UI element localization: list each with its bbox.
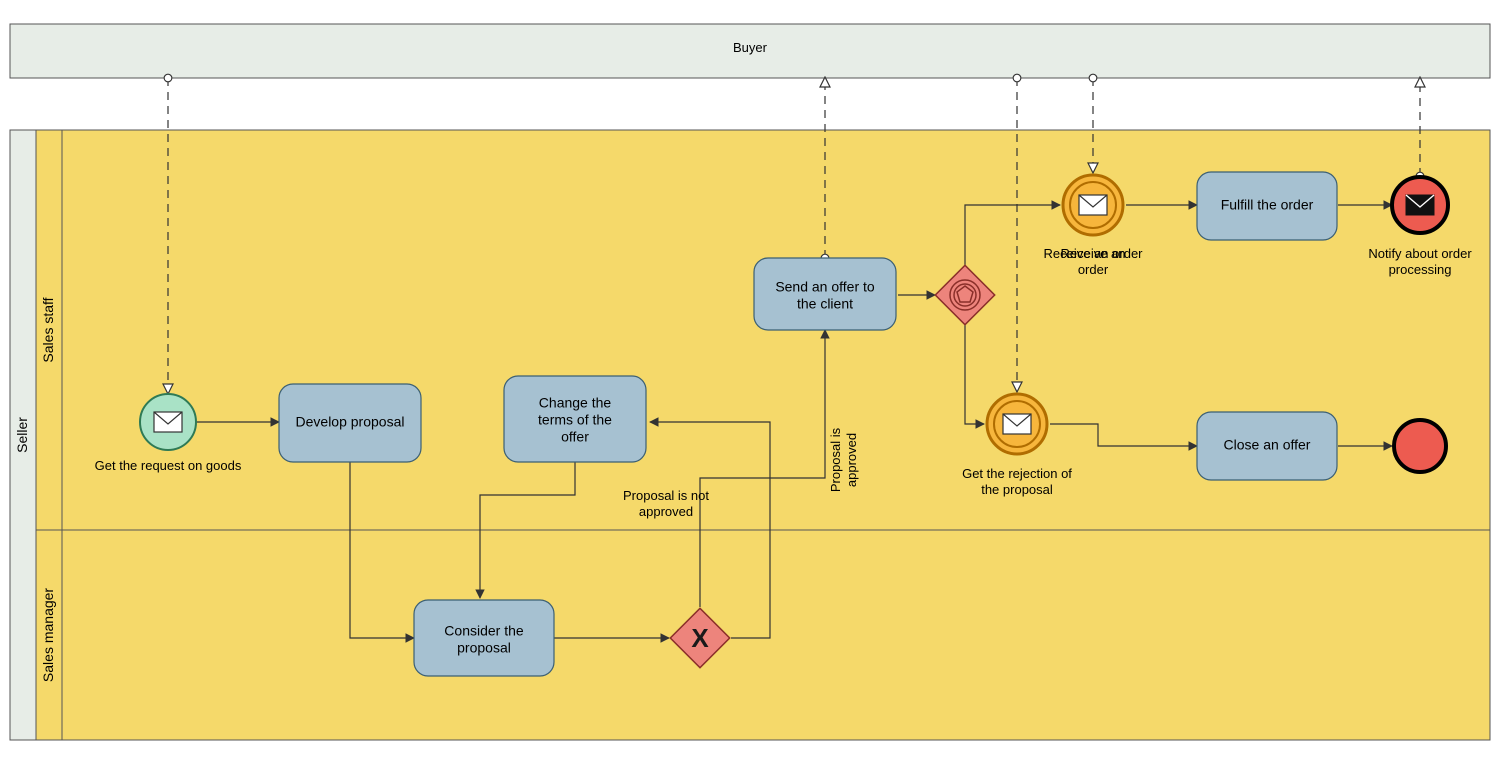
event-end-message <box>1392 177 1448 233</box>
event-rejection-label: the proposal <box>981 482 1053 497</box>
pool-seller-label: Seller <box>14 417 30 453</box>
task-close-offer: Close an offer <box>1197 412 1337 480</box>
lane-sales-staff-label: Sales staff <box>40 297 56 362</box>
task-consider-proposal: Consider the proposal <box>414 600 554 676</box>
svg-text:the client: the client <box>797 296 853 312</box>
svg-text:Close an offer: Close an offer <box>1224 437 1311 453</box>
svg-text:Proposal is not: Proposal is not <box>623 488 709 503</box>
lane-sales-manager <box>62 530 1490 740</box>
event-end <box>1394 420 1446 472</box>
label-approved: approved <box>844 433 859 487</box>
svg-text:Consider the: Consider the <box>444 623 524 639</box>
svg-text:Change the: Change the <box>539 395 612 411</box>
svg-text:order: order <box>1078 262 1109 277</box>
svg-text:Send an offer to: Send an offer to <box>775 279 875 295</box>
svg-text:Develop proposal: Develop proposal <box>296 414 405 430</box>
event-end-message-label: processing <box>1389 262 1452 277</box>
bpmn-diagram: Buyer Seller Sales staff Sales manager G… <box>0 0 1500 774</box>
svg-text:offer: offer <box>561 429 589 445</box>
event-start-message <box>140 394 196 450</box>
event-rejection <box>987 394 1047 454</box>
pool-buyer-label: Buyer <box>733 40 768 55</box>
event-receive-order <box>1063 175 1123 235</box>
svg-text:X: X <box>691 623 709 653</box>
svg-text:Proposal is: Proposal is <box>828 427 843 492</box>
task-fulfill-order: Fulfill the order <box>1197 172 1337 240</box>
svg-text:Notify about order: Notify about order <box>1368 246 1472 261</box>
task-change-terms: Change the terms of the offer <box>504 376 646 462</box>
label-not-approved: approved <box>639 504 693 519</box>
event-start-label: Get the request on goods <box>95 458 242 473</box>
task-develop-proposal: Develop proposal <box>279 384 421 462</box>
task-send-offer: Send an offer to the client <box>754 258 896 330</box>
lane-sales-manager-label: Sales manager <box>40 588 56 683</box>
svg-text:terms of the: terms of the <box>538 412 612 428</box>
svg-text:proposal: proposal <box>457 640 511 656</box>
svg-text:Receive an: Receive an <box>1060 246 1125 261</box>
svg-text:Fulfill the order: Fulfill the order <box>1221 197 1314 213</box>
svg-text:Get the rejection of: Get the rejection of <box>962 466 1072 481</box>
